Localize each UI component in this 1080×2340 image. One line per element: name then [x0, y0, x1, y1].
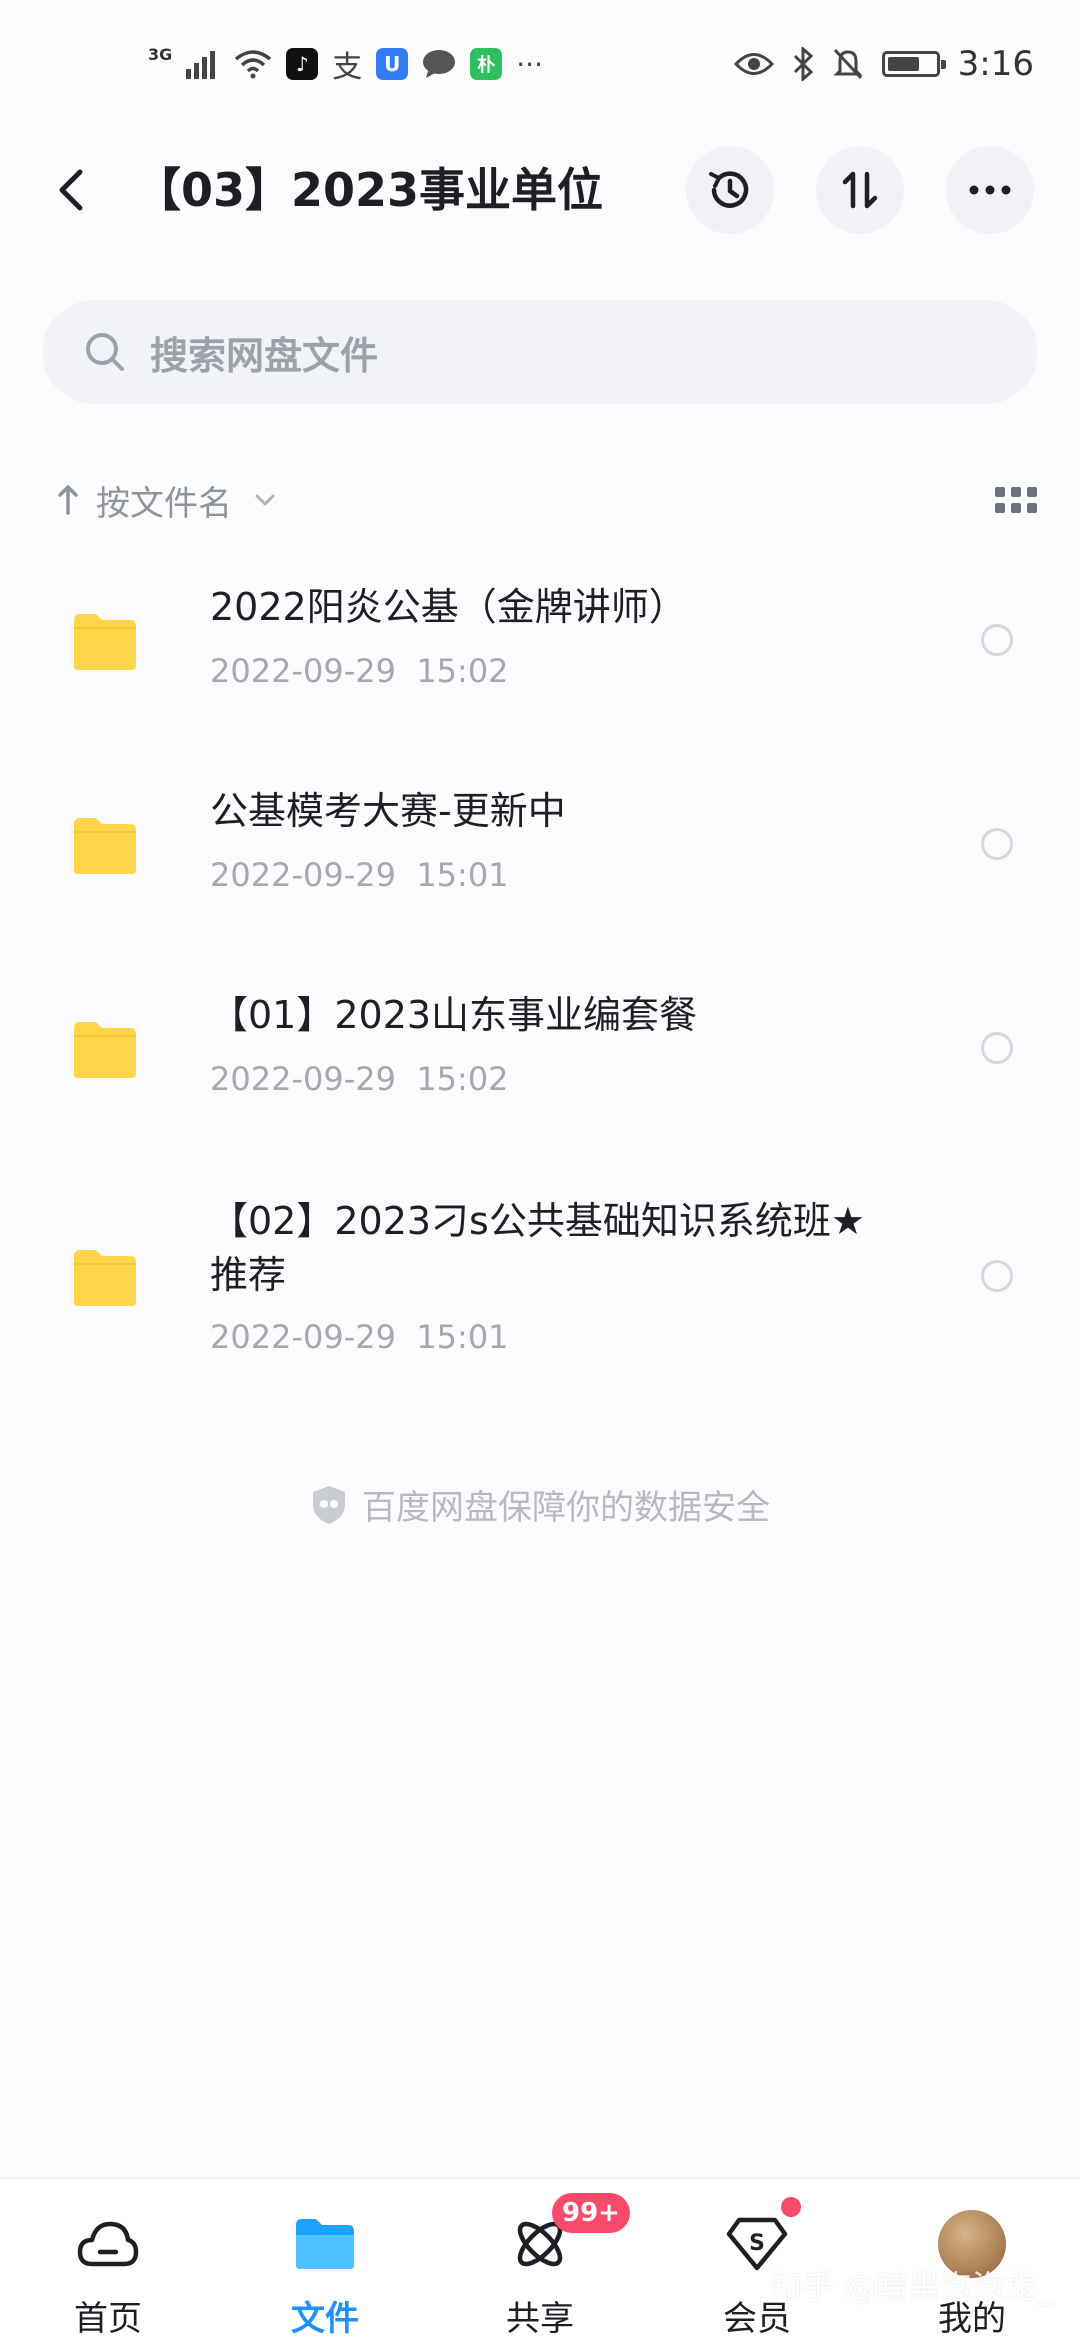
- transfer-button[interactable]: [816, 146, 904, 234]
- search-placeholder: 搜索网盘文件: [150, 333, 379, 378]
- chevron-down-icon: [255, 494, 275, 506]
- sort-arrow-up-icon: [58, 485, 78, 515]
- alipay-icon: 支: [332, 50, 363, 85]
- notification-dot: [781, 2197, 801, 2217]
- wifi-icon: [235, 50, 272, 79]
- grid-view-toggle[interactable]: [994, 482, 1038, 518]
- select-checkbox[interactable]: [981, 624, 1013, 656]
- status-bar: 3G ♪ 支 U 朴 ··· 3:16: [0, 0, 1080, 130]
- history-button[interactable]: [686, 146, 774, 234]
- chevron-left-icon: [59, 169, 83, 211]
- select-checkbox[interactable]: [981, 1260, 1013, 1292]
- status-left: 3G ♪ 支 U 朴 ···: [148, 44, 543, 86]
- bluetooth-icon: [793, 47, 813, 81]
- pu-icon: 朴: [470, 48, 503, 80]
- history-icon: [709, 171, 749, 208]
- select-checkbox[interactable]: [981, 1032, 1013, 1064]
- file-name: 公基模考大赛-更新中: [210, 789, 566, 833]
- tab-files[interactable]: 文件: [245, 2179, 405, 2340]
- tab-label: 文件: [291, 2299, 359, 2339]
- list-item[interactable]: 【02】2023刁s公共基础知识系统班★推荐 2022-09-29 15:01: [0, 1172, 1080, 1382]
- security-note: 百度网盘保障你的数据安全: [0, 1480, 1080, 1529]
- signal-icon: [186, 51, 216, 79]
- file-date: 2022-09-29 15:02: [210, 1060, 509, 1098]
- search-input[interactable]: 搜索网盘文件: [42, 300, 1038, 404]
- folder-icon: [290, 2209, 360, 2279]
- header: 【03】2023事业单位: [0, 130, 1080, 250]
- mute-bell-icon: [833, 48, 863, 80]
- list-item[interactable]: 2022阳炎公基（金牌讲师） 2022-09-29 15:02: [0, 560, 1080, 760]
- status-more: ···: [516, 47, 543, 81]
- file-name: 【01】2023山东事业编套餐: [210, 993, 698, 1037]
- more-button[interactable]: [946, 146, 1034, 234]
- list-item[interactable]: 【01】2023山东事业编套餐 2022-09-29 15:02: [0, 968, 1080, 1168]
- status-right: 3:16: [733, 44, 1034, 84]
- battery-icon: [881, 51, 946, 77]
- sort-label: 按文件名: [96, 483, 232, 524]
- transfer-icon: [842, 171, 878, 209]
- network-type: 3G: [148, 44, 173, 64]
- tab-share[interactable]: 99+ 共享: [460, 2179, 630, 2340]
- file-date: 2022-09-29 15:01: [210, 856, 509, 894]
- tiktok-icon: ♪: [286, 48, 319, 80]
- select-checkbox[interactable]: [981, 828, 1013, 860]
- back-button[interactable]: [40, 160, 100, 220]
- folder-icon: [74, 818, 136, 874]
- sort-selector[interactable]: 按文件名: [56, 470, 276, 530]
- watermark: 知乎 @暗黑泡泡龙_: [770, 2268, 1053, 2306]
- tab-label: 首页: [74, 2299, 142, 2339]
- list-item[interactable]: 公基模考大赛-更新中 2022-09-29 15:01: [0, 764, 1080, 964]
- file-date: 2022-09-29 15:02: [210, 652, 509, 690]
- tab-vip[interactable]: S 会员: [677, 2179, 837, 2340]
- page-title: 【03】2023事业单位: [135, 163, 604, 217]
- notification-badge: 99+: [552, 2193, 630, 2233]
- search-icon: [86, 333, 124, 371]
- screen: 3G ♪ 支 U 朴 ··· 3:16 【03】2023事业单位 搜索网盘文件 …: [0, 0, 1080, 2340]
- svg-text:S: S: [749, 2231, 765, 2256]
- file-name: 2022阳炎公基（金牌讲师）: [210, 585, 687, 629]
- home-cloud-icon: [73, 2209, 143, 2279]
- folder-icon: [74, 1022, 136, 1078]
- file-date: 2022-09-29 15:01: [210, 1318, 509, 1356]
- security-text: 百度网盘保障你的数据安全: [362, 1488, 770, 1528]
- folder-icon: [74, 614, 136, 670]
- file-name: 【02】2023刁s公共基础知识系统班★推荐: [210, 1199, 865, 1297]
- tab-label: 共享: [506, 2299, 574, 2339]
- bottom-tab-bar: 首页 文件 99+ 共享 S 会员 我的: [0, 2178, 1080, 2340]
- eye-icon: [733, 53, 774, 75]
- more-icon: [969, 185, 1011, 195]
- tab-home[interactable]: 首页: [28, 2179, 188, 2340]
- chat-icon: [423, 50, 456, 78]
- shield-icon: [313, 1485, 345, 1524]
- uc-icon: U: [376, 48, 409, 80]
- tab-profile[interactable]: 我的: [892, 2179, 1052, 2340]
- folder-icon: [74, 1250, 136, 1306]
- clock: 3:16: [957, 44, 1034, 84]
